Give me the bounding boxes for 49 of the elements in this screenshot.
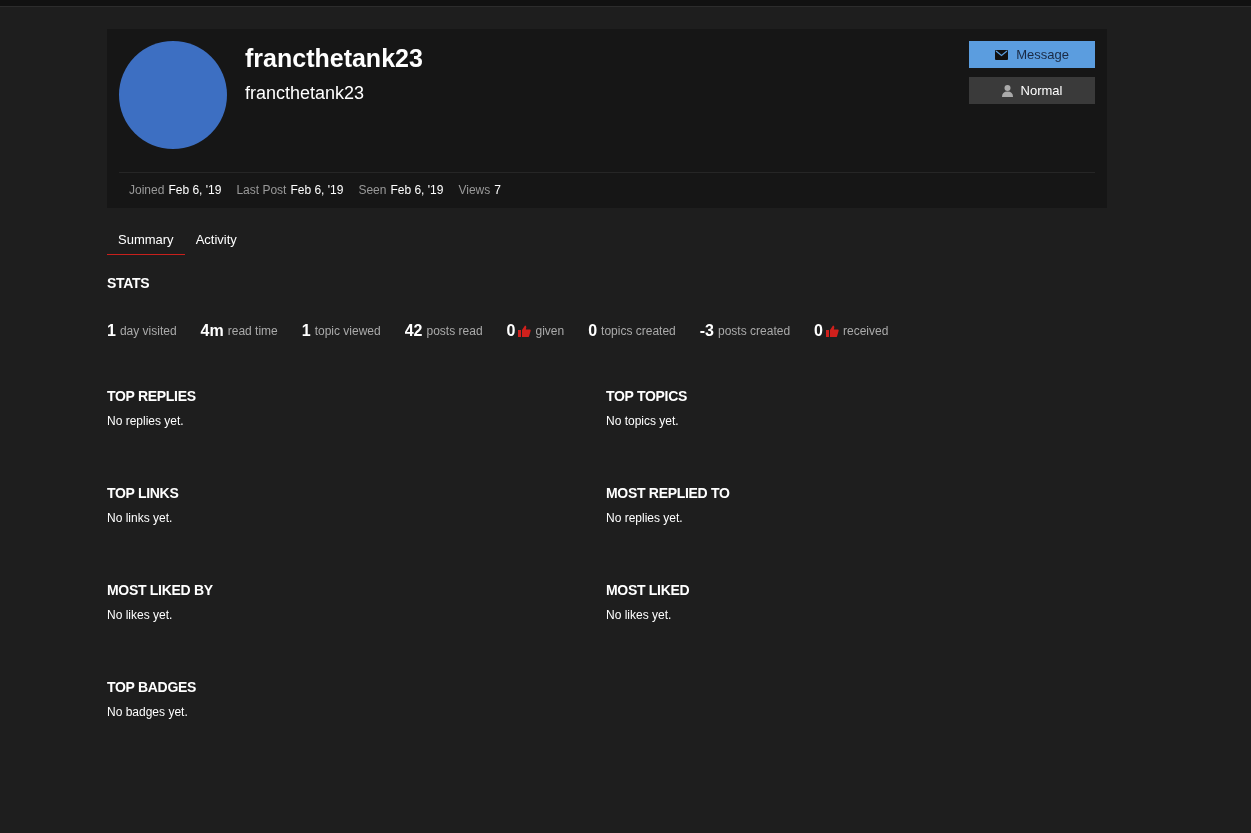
section-heading: TOP TOPICS bbox=[606, 388, 689, 404]
stat-value: 42 bbox=[404, 322, 423, 340]
stat-label: posts created bbox=[718, 324, 791, 338]
meta-value: Feb 6, '19 bbox=[290, 183, 344, 197]
tab[interactable]: Summary bbox=[107, 228, 185, 255]
stat-value: 0 bbox=[506, 322, 516, 340]
empty-message: No badges yet. bbox=[107, 705, 189, 719]
meta-label: Last Post bbox=[236, 183, 287, 197]
stat-value: 1 bbox=[107, 322, 116, 340]
section-heading: TOP BADGES bbox=[107, 679, 198, 695]
stat-label: given bbox=[535, 324, 565, 338]
tab[interactable]: Activity bbox=[184, 228, 248, 255]
stat-label: read time bbox=[227, 324, 278, 338]
empty-message: No replies yet. bbox=[107, 414, 185, 428]
message-button[interactable]: Message bbox=[969, 41, 1095, 68]
stat-label: received bbox=[842, 324, 889, 338]
stat-label: topic viewed bbox=[314, 324, 381, 338]
envelope-icon bbox=[995, 49, 1009, 60]
section-heading: TOP REPLIES bbox=[107, 388, 197, 404]
stat-value: 4m bbox=[200, 322, 224, 340]
meta-value: Feb 6, '19 bbox=[390, 183, 444, 197]
full-name: francthetank23 bbox=[245, 83, 366, 104]
stat-value: 0 bbox=[588, 322, 598, 340]
meta-value: Feb 6, '19 bbox=[168, 183, 222, 197]
thumbs-up-icon bbox=[825, 325, 839, 337]
empty-message: No replies yet. bbox=[606, 511, 684, 525]
meta-value: 7 bbox=[494, 183, 501, 197]
stat-value: 1 bbox=[301, 322, 311, 340]
stat-label: posts read bbox=[426, 324, 483, 338]
section-heading: TOP LINKS bbox=[107, 485, 180, 501]
empty-message: No links yet. bbox=[107, 511, 174, 525]
trust-level-button[interactable]: Normal bbox=[969, 77, 1095, 104]
stat-label: topics created bbox=[601, 324, 676, 338]
section-heading: MOST REPLIED TO bbox=[606, 485, 731, 501]
user-icon bbox=[1001, 84, 1013, 97]
meta-label: Joined bbox=[129, 183, 165, 197]
stat-value: -3 bbox=[699, 322, 714, 340]
section-heading: MOST LIKED bbox=[606, 582, 691, 598]
stat-label: day visited bbox=[119, 324, 177, 338]
stat-value: 0 bbox=[814, 322, 823, 340]
section-heading: MOST LIKED BY bbox=[107, 582, 214, 598]
section-heading: STATS bbox=[107, 275, 151, 291]
username: francthetank23 bbox=[245, 44, 424, 73]
thumbs-up-icon bbox=[518, 325, 532, 337]
empty-message: No likes yet. bbox=[606, 608, 673, 622]
empty-message: No likes yet. bbox=[107, 608, 174, 622]
meta-label: Views bbox=[458, 183, 491, 197]
empty-message: No topics yet. bbox=[606, 414, 680, 428]
meta-label: Seen bbox=[358, 183, 387, 197]
